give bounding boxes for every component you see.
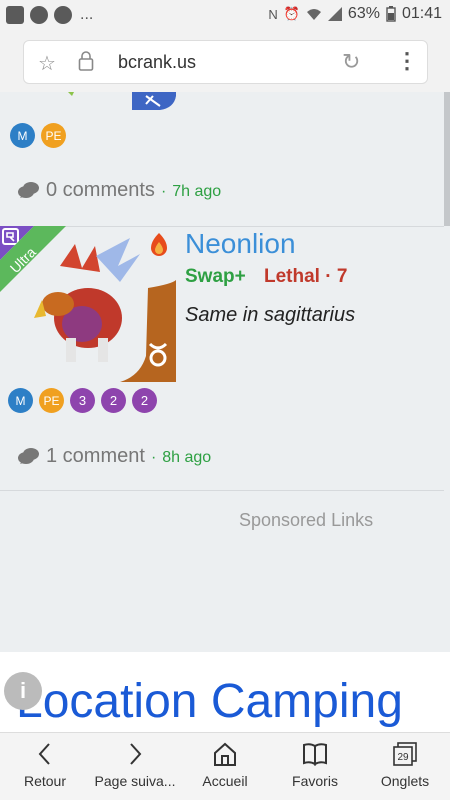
alarm-icon: ⏰	[283, 6, 300, 21]
time-ago: 8h ago	[162, 449, 212, 466]
sponsored-label: Sponsored Links	[239, 510, 374, 530]
scroll-indicator	[444, 92, 450, 226]
swap-tag: Swap+	[185, 266, 246, 287]
ad-info-icon[interactable]: i	[4, 672, 42, 710]
tab-count: 29	[397, 752, 409, 763]
fire-icon	[151, 233, 167, 256]
bottom-navigation: Retour Page suiva... Accueil Favoris 29 …	[0, 732, 450, 800]
forward-icon	[130, 743, 142, 765]
photo-icon	[6, 6, 24, 24]
bookmarks-button[interactable]: Favoris	[270, 733, 360, 800]
badge-pe: PE	[39, 388, 64, 413]
home-icon	[214, 742, 236, 766]
feed: M PE 0 comments · 7h ago Ultra Neonlion …	[0, 92, 450, 652]
badge-list: M PE 3 2 2	[8, 388, 157, 413]
browser-toolbar: ☆ bcrank.us ↻ ⋮	[0, 32, 450, 92]
address-bar[interactable]: ☆ bcrank.us ↻ ⋮	[23, 40, 428, 84]
badge-pe: PE	[41, 123, 66, 148]
battery-icon	[386, 6, 396, 22]
messenger-icon	[54, 6, 72, 24]
comments-link[interactable]: 1 comment · 8h ago	[18, 444, 211, 468]
tabs-label: Onglets	[380, 773, 430, 789]
back-icon	[38, 743, 50, 765]
separator: ·	[160, 183, 167, 200]
menu-icon[interactable]: ⋮	[396, 48, 418, 74]
home-button[interactable]: Accueil	[180, 733, 270, 800]
status-bar: ... N ⏰ 63% 01:41	[0, 0, 450, 32]
comment-count: 0 comments	[46, 179, 155, 201]
separator: ·	[150, 449, 157, 466]
ad-banner[interactable]: Location Camping i	[0, 652, 450, 732]
lock-icon	[78, 51, 94, 71]
back-label: Retour	[23, 773, 67, 789]
tabs-button[interactable]: 29 Onglets	[360, 733, 450, 800]
time-ago: 7h ago	[172, 183, 222, 200]
battery-level: 63%	[347, 5, 380, 22]
comments-link[interactable]: 0 comments · 7h ago	[18, 178, 221, 202]
url-text[interactable]: bcrank.us	[118, 52, 196, 73]
system-icons: N ⏰ 63% 01:41	[268, 5, 442, 23]
badge-list: M PE	[10, 123, 66, 148]
badge-count: 2	[101, 388, 126, 413]
forward-label: Page suiva...	[94, 773, 176, 789]
bookmarks-icon	[303, 743, 327, 766]
back-button[interactable]: Retour	[0, 733, 90, 800]
tabs-icon: 29	[393, 742, 417, 766]
home-label: Accueil	[202, 773, 248, 789]
more-notifications: ...	[80, 6, 94, 23]
badge-m: M	[10, 123, 35, 148]
messenger-icon	[30, 6, 48, 24]
lethal-tag: Lethal · 7	[264, 266, 348, 287]
star-icon[interactable]: ☆	[38, 51, 56, 76]
divider	[0, 490, 444, 491]
comment-count: 1 comment	[46, 445, 145, 467]
forward-button[interactable]: Page suiva...	[90, 733, 180, 800]
badge-count: 2	[132, 388, 157, 413]
reload-icon[interactable]: ↻	[342, 49, 360, 75]
notification-icons: ...	[6, 6, 93, 24]
creature-name-link[interactable]: Neonlion	[185, 228, 296, 260]
badge-count: 3	[70, 388, 95, 413]
nfc-icon: N	[268, 6, 278, 22]
creature-thumbnail[interactable]	[60, 92, 176, 110]
description: Same in sagittarius	[185, 304, 356, 326]
badge-m: M	[8, 388, 33, 413]
ad-headline[interactable]: Location Camping	[16, 674, 403, 729]
clock: 01:41	[401, 5, 442, 22]
bookmarks-label: Favoris	[292, 773, 338, 789]
comment-icon	[18, 448, 39, 464]
signal-icon	[327, 7, 342, 21]
comment-icon	[18, 182, 39, 198]
wifi-icon	[306, 9, 321, 20]
